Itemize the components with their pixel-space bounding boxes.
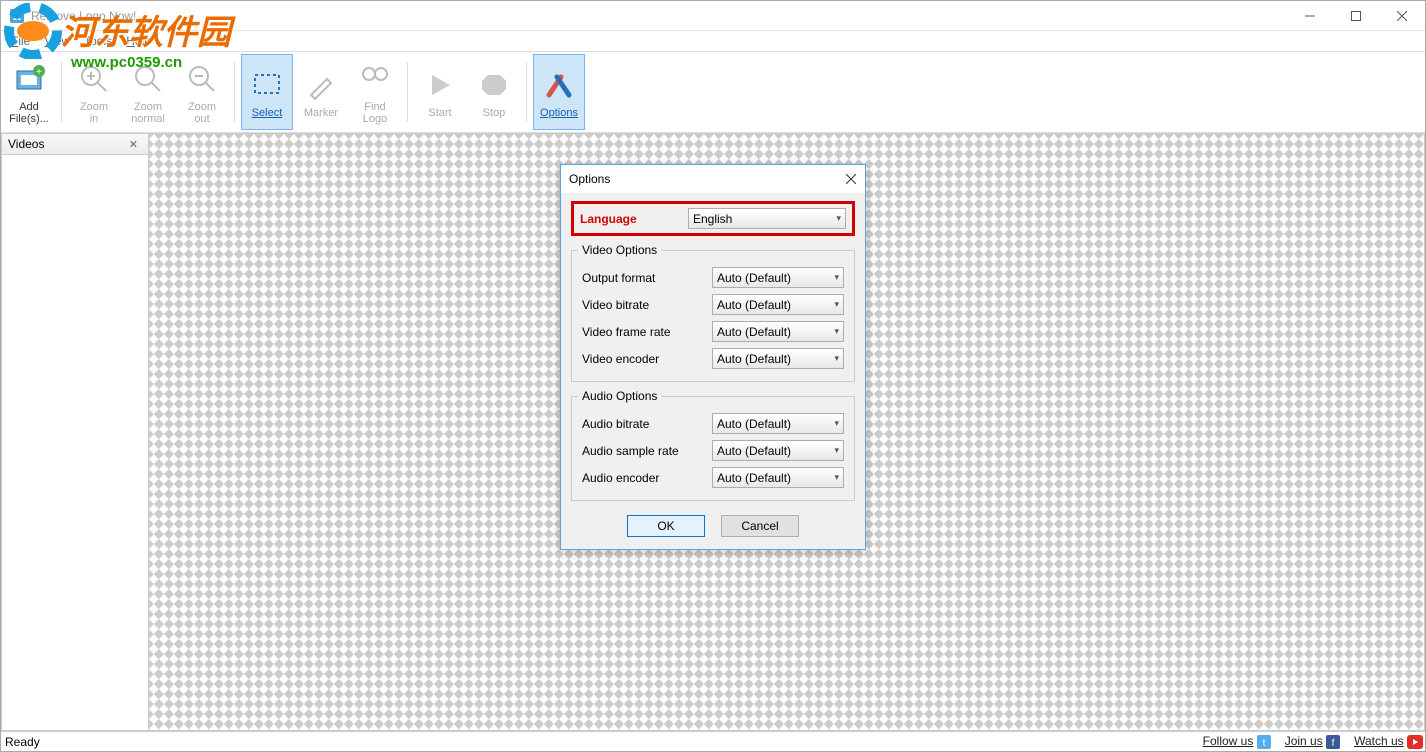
videos-panel-header: Videos ✕ [2, 134, 148, 155]
join-us-link[interactable]: Join us [1285, 734, 1323, 748]
audio-options-legend: Audio Options [578, 389, 661, 403]
zoom-normal-icon [128, 59, 168, 99]
videos-panel-close-icon[interactable]: ✕ [125, 138, 142, 151]
ok-button[interactable]: OK [627, 515, 705, 537]
chevron-down-icon: ▾ [836, 213, 841, 224]
zoom-out-icon [182, 59, 222, 99]
language-label: Language [580, 212, 680, 226]
separator [407, 62, 408, 122]
chevron-down-icon: ▾ [834, 472, 839, 483]
marker-label: Marker [304, 107, 338, 119]
cancel-button[interactable]: Cancel [721, 515, 799, 537]
video-bitrate-label: Video bitrate [582, 298, 712, 312]
toolbar: + AddFile(s)... Zoomin Zoomnormal Zoomou… [1, 51, 1425, 133]
audio-bitrate-label: Audio bitrate [582, 417, 712, 431]
title-bar: Remove Logo Now! [1, 1, 1425, 31]
dialog-titlebar: Options [561, 165, 865, 193]
video-framerate-label: Video frame rate [582, 325, 712, 339]
find-logo-button[interactable]: FindLogo [349, 54, 401, 130]
menu-file[interactable]: File [5, 32, 36, 50]
chevron-down-icon: ▾ [834, 272, 839, 283]
minimize-button[interactable] [1287, 1, 1333, 31]
marker-button[interactable]: Marker [295, 54, 347, 130]
follow-us-link[interactable]: Follow us [1203, 734, 1254, 748]
select-icon [247, 65, 287, 105]
audio-bitrate-select[interactable]: Auto (Default)▾ [712, 413, 844, 434]
zoom-in-button[interactable]: Zoomin [68, 54, 120, 130]
chevron-down-icon: ▾ [834, 418, 839, 429]
svg-text:f: f [1332, 738, 1335, 749]
twitter-icon: t [1257, 735, 1271, 749]
zoom-out-button[interactable]: Zoomout [176, 54, 228, 130]
audio-options-group: Audio Options Audio bitrate Auto (Defaul… [571, 396, 855, 501]
options-button[interactable]: Options [533, 54, 585, 130]
videos-panel: Videos ✕ [1, 133, 149, 731]
facebook-icon: f [1326, 735, 1340, 749]
video-bitrate-select[interactable]: Auto (Default)▾ [712, 294, 844, 315]
stop-label: Stop [483, 107, 506, 119]
start-label: Start [428, 107, 451, 119]
video-encoder-label: Video encoder [582, 352, 712, 366]
marker-icon [301, 65, 341, 105]
svg-text:t: t [1262, 738, 1265, 749]
start-button[interactable]: Start [414, 54, 466, 130]
separator [61, 62, 62, 122]
audio-samplerate-select[interactable]: Auto (Default)▾ [712, 440, 844, 461]
status-ready: Ready [5, 735, 40, 749]
dialog-title: Options [569, 172, 610, 186]
chevron-down-icon: ▾ [834, 445, 839, 456]
language-row: Language English ▾ [571, 201, 855, 236]
zoom-normal-label: Zoomnormal [131, 101, 165, 125]
menu-tools[interactable]: Tools [78, 32, 118, 50]
maximize-button[interactable] [1333, 1, 1379, 31]
stop-button[interactable]: Stop [468, 54, 520, 130]
menu-help[interactable]: Help [120, 32, 157, 50]
status-links: Follow us t Join us f Watch us [1203, 734, 1421, 749]
output-format-select[interactable]: Auto (Default)▾ [712, 267, 844, 288]
zoom-normal-button[interactable]: Zoomnormal [122, 54, 174, 130]
options-icon [539, 65, 579, 105]
find-logo-label: FindLogo [363, 101, 387, 125]
video-framerate-select[interactable]: Auto (Default)▾ [712, 321, 844, 342]
select-label: Select [252, 107, 283, 119]
separator [234, 62, 235, 122]
find-logo-icon [355, 59, 395, 99]
chevron-down-icon: ▾ [834, 353, 839, 364]
select-button[interactable]: Select [241, 54, 293, 130]
play-icon [420, 65, 460, 105]
zoom-in-label: Zoomin [80, 101, 108, 125]
add-files-label: AddFile(s)... [9, 101, 49, 125]
language-value: English [693, 212, 732, 226]
watch-us-link[interactable]: Watch us [1354, 734, 1404, 748]
options-dialog: Options Language English ▾ Video Options … [560, 164, 866, 550]
svg-text:+: + [36, 67, 42, 78]
menu-bar: File View Tools Help [1, 31, 1425, 51]
audio-encoder-select[interactable]: Auto (Default)▾ [712, 467, 844, 488]
status-bar: Ready Follow us t Join us f Watch us [1, 731, 1425, 751]
video-options-legend: Video Options [578, 243, 661, 257]
chevron-down-icon: ▾ [834, 326, 839, 337]
zoom-in-icon [74, 59, 114, 99]
audio-samplerate-label: Audio sample rate [582, 444, 712, 458]
separator [526, 62, 527, 122]
menu-view[interactable]: View [38, 32, 76, 50]
zoom-out-label: Zoomout [188, 101, 216, 125]
dialog-close-button[interactable] [837, 165, 865, 193]
video-options-group: Video Options Output format Auto (Defaul… [571, 250, 855, 382]
add-files-button[interactable]: + AddFile(s)... [3, 54, 55, 130]
app-icon [9, 8, 25, 24]
videos-panel-title: Videos [8, 137, 44, 151]
audio-encoder-label: Audio encoder [582, 471, 712, 485]
language-select[interactable]: English ▾ [688, 208, 846, 229]
stop-icon [474, 65, 514, 105]
youtube-icon [1407, 735, 1421, 749]
options-label: Options [540, 107, 578, 119]
close-button[interactable] [1379, 1, 1425, 31]
output-format-label: Output format [582, 271, 712, 285]
add-files-icon: + [9, 59, 49, 99]
video-encoder-select[interactable]: Auto (Default)▾ [712, 348, 844, 369]
window-title: Remove Logo Now! [31, 9, 136, 23]
chevron-down-icon: ▾ [834, 299, 839, 310]
